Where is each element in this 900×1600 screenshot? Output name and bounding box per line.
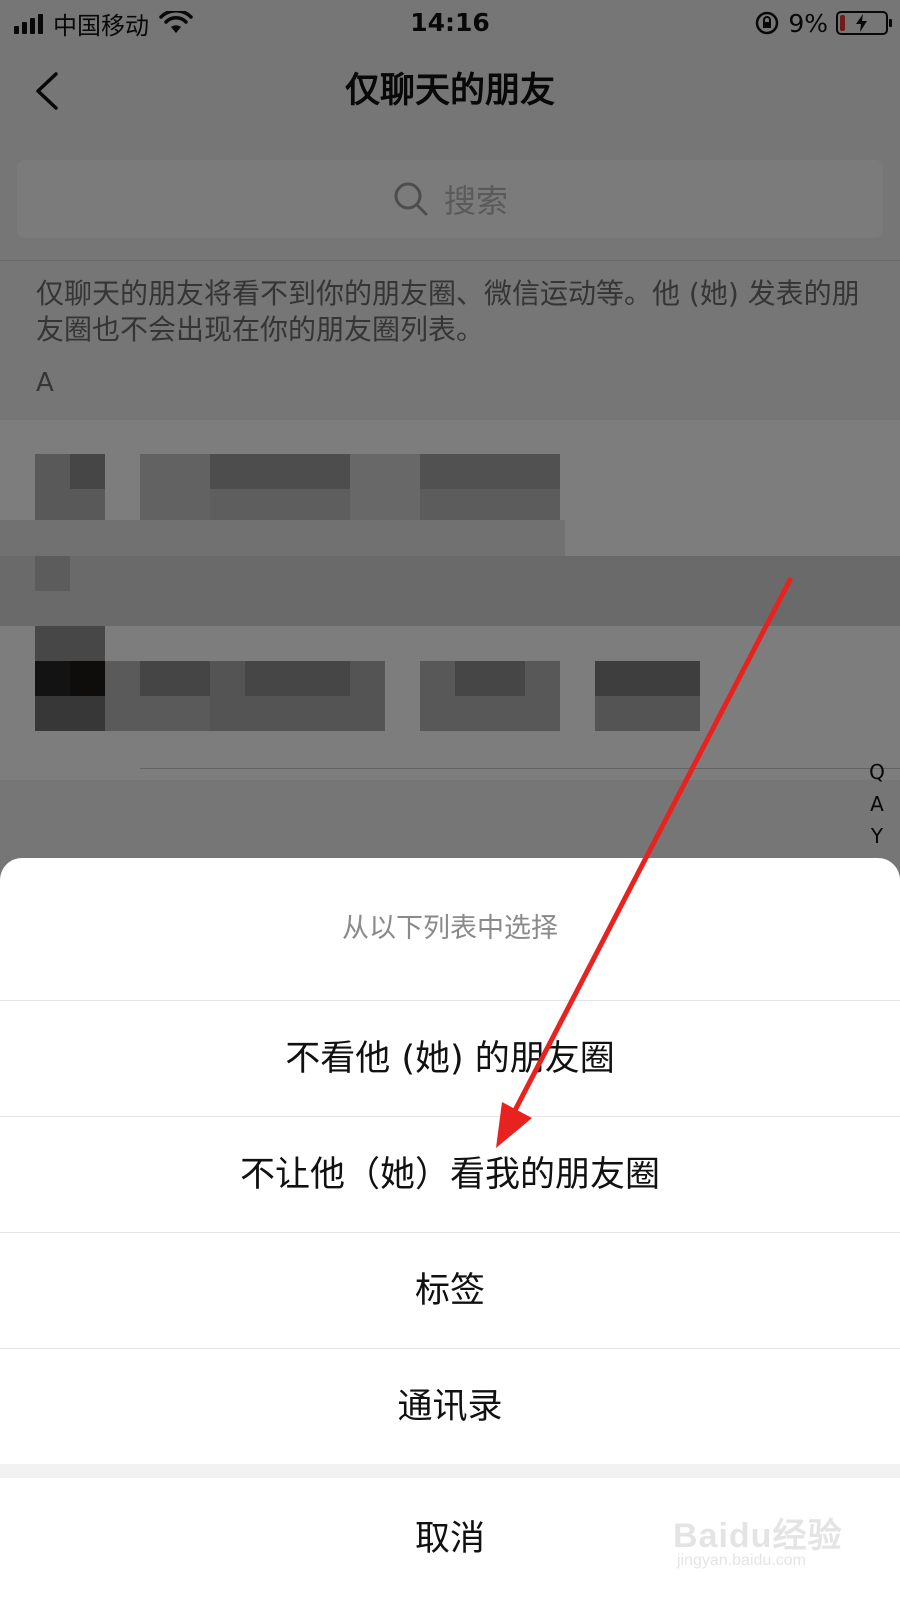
option-hide-my-moments[interactable]: 不让他（她）看我的朋友圈 <box>0 1116 900 1232</box>
action-sheet-title: 从以下列表中选择 <box>342 913 558 944</box>
option-hide-their-moments[interactable]: 不看他 (她) 的朋友圈 <box>0 1000 900 1116</box>
baidu-watermark-logo: Baidu经验 jingyan.baidu.com <box>673 1508 848 1580</box>
action-sheet: 从以下列表中选择 不看他 (她) 的朋友圈 不让他（她）看我的朋友圈 标签 通讯… <box>0 858 900 1600</box>
option-tags[interactable]: 标签 <box>0 1232 900 1348</box>
watermark-brand: Baidu经验 <box>673 1517 843 1555</box>
option-contacts[interactable]: 通讯录 <box>0 1348 900 1464</box>
watermark-url: jingyan.baidu.com <box>677 1552 806 1569</box>
sheet-separator <box>0 1464 900 1478</box>
